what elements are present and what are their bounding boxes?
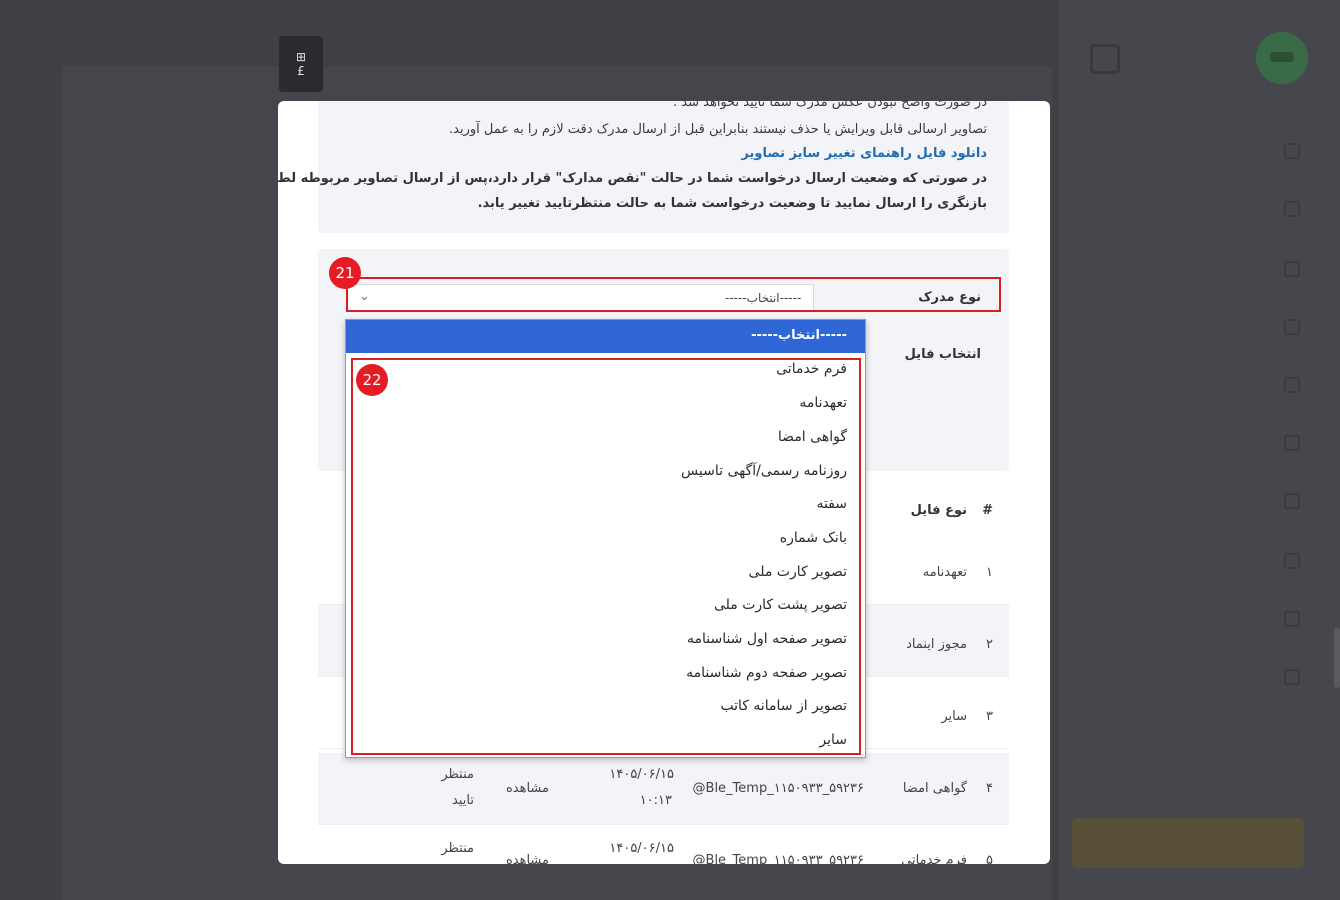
annotation-box-21 — [346, 277, 1001, 312]
row-index: ۵ — [986, 853, 993, 864]
row-file-name: Ble_Temp_۱۱۵۰۹۳۳_۵۹۲۳۶@ — [692, 853, 864, 864]
column-header-index: # — [982, 503, 993, 518]
sidebar-item — [1080, 316, 1300, 338]
row-index: ۴ — [986, 781, 993, 796]
file-select-label: انتخاب فایل — [904, 347, 981, 362]
instruction-text: در صورتی که وضعیت ارسال درخواست شما در ح… — [278, 171, 987, 186]
row-file-type: گواهی امضا — [902, 781, 967, 796]
row-file-type: فرم خدماتی — [901, 853, 967, 864]
row-date: ۱۴۰۵/۰۶/۱۵ — [609, 767, 674, 782]
view-link[interactable]: مشاهده — [506, 853, 549, 864]
instruction-text: بازنگری را ارسال نمایید تا وضعیت درخواست… — [477, 196, 987, 211]
background-button — [1072, 818, 1304, 868]
instructions-box: در صورت واضح نبودن عکس مدرک شما تایید نخ… — [278, 101, 1009, 233]
menu-icon — [1284, 201, 1300, 217]
menu-icon — [1284, 377, 1300, 393]
table-row: ۴ گواهی امضا Ble_Temp_۱۱۵۰۹۳۳_۵۹۲۳۶@ ۱۴۰… — [318, 753, 1009, 825]
row-status: منتظر — [441, 841, 474, 856]
sidebar-item — [1080, 198, 1300, 220]
row-time: ۱۰:۱۳ — [639, 793, 672, 808]
row-index: ۲ — [986, 637, 993, 652]
row-index: ۳ — [986, 709, 993, 724]
menu-icon — [1284, 319, 1300, 335]
sidebar-item — [1080, 490, 1300, 512]
inbox-tray-icon[interactable]: ⊞ £ — [279, 36, 323, 92]
annotation-badge-21: 21 — [329, 257, 361, 289]
menu-icon — [1284, 143, 1300, 159]
menu-icon — [1284, 553, 1300, 569]
sidebar-item — [1080, 432, 1300, 454]
menu-icon — [1284, 611, 1300, 627]
annotation-badge-22: 22 — [356, 364, 388, 396]
sidebar-item — [1080, 374, 1300, 396]
sidebar-item — [1080, 258, 1300, 280]
row-file-type: سایر — [941, 709, 967, 724]
instruction-text: در صورت واضح نبودن عکس مدرک شما تایید نخ… — [673, 101, 987, 110]
background-sidebar — [1058, 0, 1340, 900]
sidebar-item — [1080, 666, 1300, 688]
row-index: ۱ — [986, 565, 993, 580]
view-link[interactable]: مشاهده — [506, 781, 549, 796]
dropdown-option-selected[interactable]: -----انتخاب----- — [346, 320, 865, 353]
annotation-box-22 — [351, 358, 861, 755]
instruction-text: تصاویر ارسالی قابل ویرایش یا حذف نیستند … — [449, 122, 987, 137]
sidebar-item — [1080, 140, 1300, 162]
table-row: ۵ فرم خدماتی Ble_Temp_۱۱۵۰۹۳۳_۵۹۲۳۶@ ۱۴۰… — [318, 827, 1009, 864]
download-guide-link[interactable]: دانلود فایل راهنمای تغییر سایز تصاویر — [741, 146, 987, 161]
row-status: منتظر — [441, 767, 474, 782]
row-status: تایید — [452, 793, 474, 808]
menu-icon — [1284, 493, 1300, 509]
logo — [1256, 32, 1308, 84]
menu-icon — [1284, 261, 1300, 277]
sidebar-item — [1080, 550, 1300, 572]
column-header-file-type: نوع فایل — [910, 503, 967, 518]
sidebar-item — [1080, 608, 1300, 630]
row-date: ۱۴۰۵/۰۶/۱۵ — [609, 841, 674, 856]
notification-icon — [1090, 44, 1120, 74]
row-file-name: Ble_Temp_۱۱۵۰۹۳۳_۵۹۲۳۶@ — [692, 781, 864, 796]
menu-icon — [1284, 435, 1300, 451]
scrollbar — [1334, 628, 1340, 688]
menu-icon — [1284, 669, 1300, 685]
row-file-type: مجوز اینماد — [906, 637, 967, 652]
row-file-type: تعهدنامه — [922, 565, 967, 580]
